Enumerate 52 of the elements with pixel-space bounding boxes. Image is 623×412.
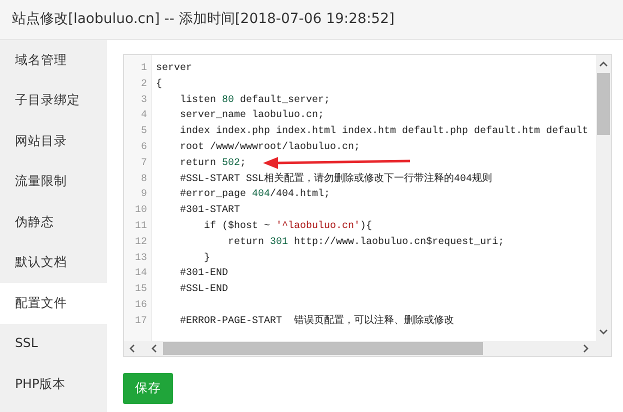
sidebar-item[interactable]: 默认文档 (0, 242, 107, 283)
code-line: { (156, 78, 162, 92)
sidebar-item[interactable]: PHP版本 (0, 364, 107, 404)
scrollbar-thumb[interactable] (597, 73, 610, 135)
scroll-down-icon[interactable] (599, 329, 608, 335)
scroll-left-icon[interactable] (151, 344, 157, 353)
sidebar-item[interactable]: 流量限制 (0, 162, 107, 202)
horizontal-scrollbar[interactable] (124, 341, 611, 356)
line-number: 2 (140, 78, 148, 92)
code-line: return 301 http://www.laobuluo.cn$request_uri; (227, 236, 504, 250)
sidebar-item[interactable]: 配置文件 (0, 283, 107, 324)
code-line: server (156, 62, 192, 76)
line-number: 14 (134, 267, 148, 282)
scroll-right-icon[interactable] (583, 344, 589, 353)
code-line: index index.php index.html index.htm default.php default.htm default (179, 124, 588, 140)
line-number: 15 (134, 283, 148, 298)
window-title: 站点修改[laobuluo.cn] -- 添加时间[2018-07-06 19:28:52] (0, 0, 623, 40)
code-line: #ERROR-PAGE-START 错误页配置，可以注释、删除或修改 (179, 314, 454, 329)
code-line: server_name laobuluo.cn; (179, 108, 324, 124)
code-line: #301-END (179, 267, 228, 282)
code-line: if ($host ~ '^laobuluo.cn'){ (203, 220, 372, 234)
code-line: root /www/wwwroot/laobuluo.cn; (179, 140, 360, 155)
code-line: #301-START (179, 204, 240, 218)
line-number: 12 (134, 236, 148, 250)
sidebar-item[interactable]: 子目录绑定 (0, 80, 107, 121)
line-number: 3 (140, 94, 148, 108)
line-number: 5 (140, 125, 148, 140)
line-number: 1 (140, 62, 148, 76)
code-line: } (203, 252, 210, 266)
line-number: 17 (134, 314, 148, 329)
line-number: 4 (140, 109, 148, 124)
sidebar-item[interactable]: 域名管理 (0, 40, 107, 80)
line-number: 13 (134, 252, 148, 266)
line-number: 7 (140, 156, 148, 171)
sidebar-item[interactable]: 伪静态 (0, 202, 107, 242)
line-number: 9 (140, 188, 148, 202)
sidebar-item[interactable]: 网站目录 (0, 121, 107, 162)
scroll-left-icon[interactable] (129, 344, 135, 353)
scroll-up-icon[interactable] (599, 61, 608, 67)
line-number: 16 (134, 298, 148, 313)
scrollbar-thumb[interactable] (163, 342, 483, 355)
line-number: 10 (134, 204, 148, 218)
line-number: 8 (140, 172, 148, 187)
code-line: #error_page 404/404.html; (179, 188, 330, 202)
line-number: 6 (140, 140, 148, 155)
line-number: 11 (134, 220, 148, 234)
sidebar-item[interactable]: SSL (0, 324, 107, 364)
vertical-scrollbar[interactable] (596, 55, 611, 341)
code-line: #SSL-END (179, 283, 228, 298)
code-line: listen 80 default_server; (179, 94, 330, 108)
code-line: return 502; (179, 156, 246, 171)
code-line: #SSL-START SSL相关配置，请勿删除或修改下一行带注释的404规则 (179, 172, 492, 187)
